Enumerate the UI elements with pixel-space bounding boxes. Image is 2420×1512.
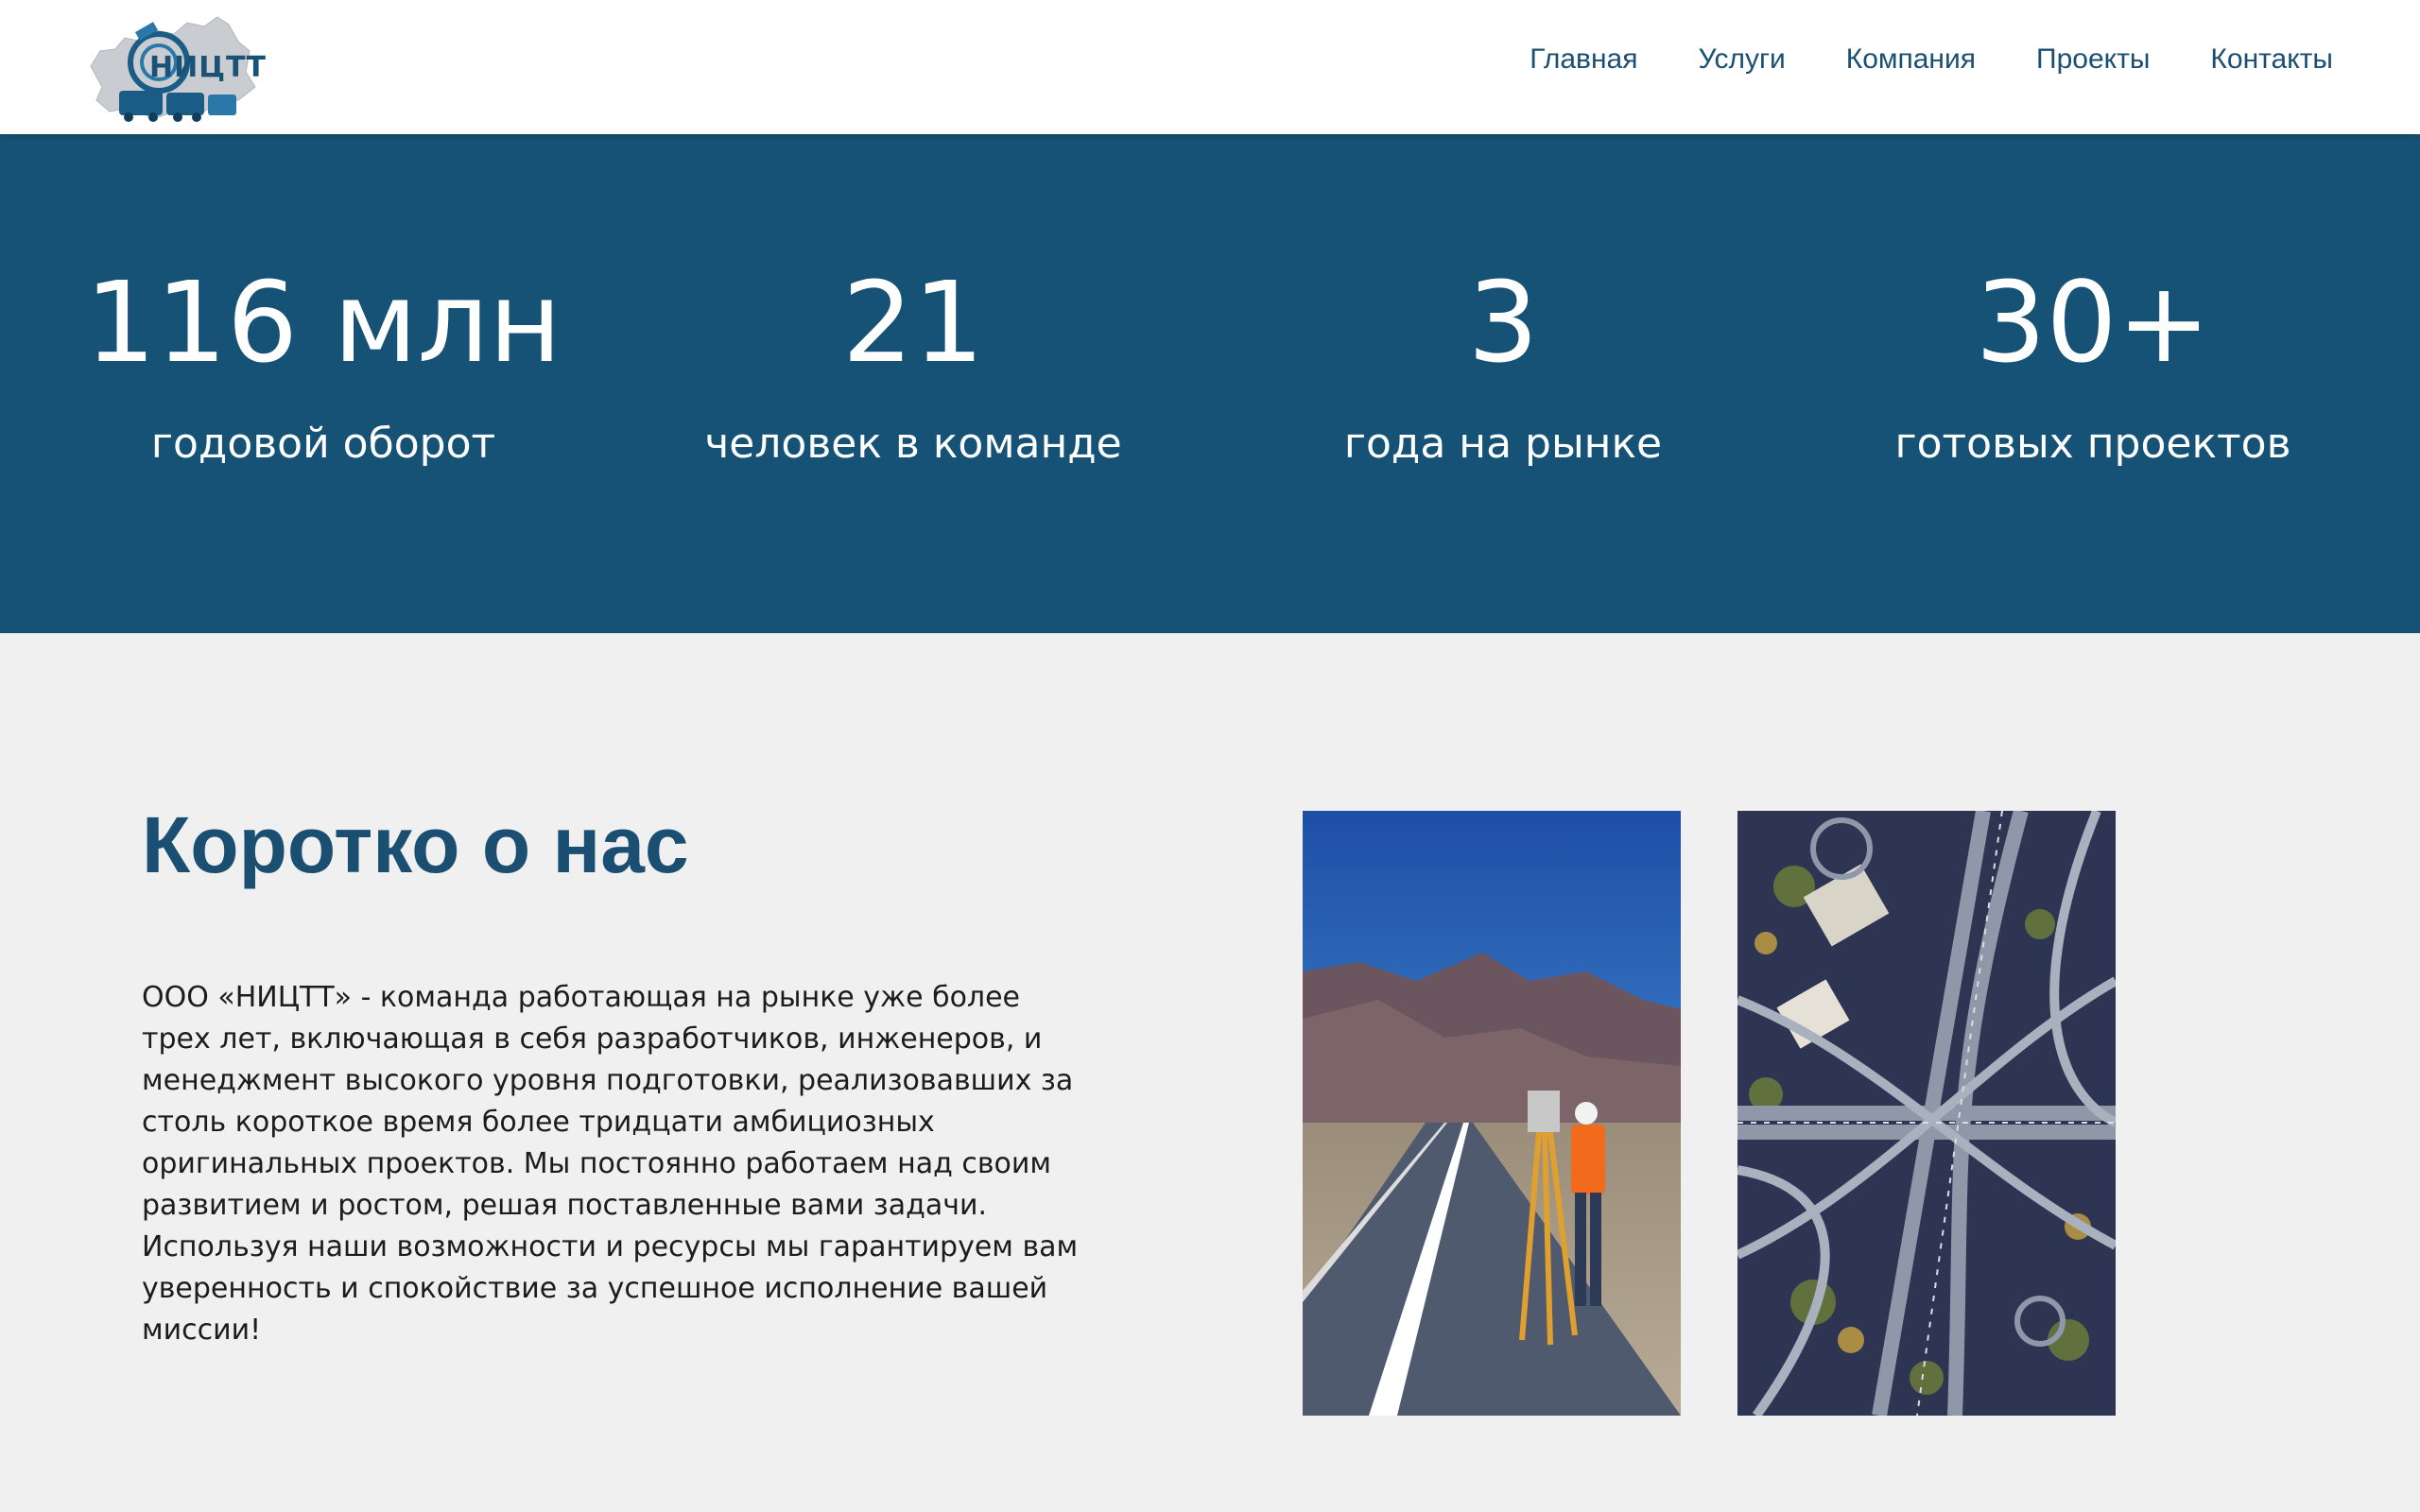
nav-item-services[interactable]: Услуги: [1698, 43, 1785, 76]
about-text: ООО «НИЦТТ» - команда работающая на рынк…: [142, 981, 1079, 1347]
stat-value: 30+: [1975, 257, 2211, 387]
nav-item-home[interactable]: Главная: [1530, 43, 1637, 76]
logo-text: НИЦТТ: [149, 51, 267, 84]
main-nav: Главная Услуги Компания Проекты Контакты: [1469, 43, 2333, 76]
about-title: Коротко о нас: [142, 800, 689, 889]
stat-label: готовых проектов: [1894, 420, 2291, 468]
stat-label: года на рынке: [1343, 420, 1663, 468]
stat-value: 21: [841, 257, 985, 387]
interchange-image: [1737, 811, 2116, 1416]
stat-label: годовой оборот: [150, 420, 496, 468]
nav-item-contacts[interactable]: Контакты: [2210, 43, 2333, 76]
stats-band: 116 млн годовой оборот 21 человек в кома…: [0, 134, 2420, 633]
stat-value: 3: [1467, 257, 1539, 387]
nav-item-projects[interactable]: Проекты: [2036, 43, 2150, 76]
site-header: НИЦТТ Главная Услуги Компания Проекты Ко…: [0, 0, 2420, 134]
company-logo[interactable]: НИЦТТ: [87, 13, 285, 123]
stat-label: человек в команде: [704, 420, 1122, 468]
surveyor-image: [1303, 811, 1681, 1416]
photo-interchange: [1737, 811, 2116, 1416]
photo-surveyor: [1303, 811, 1681, 1416]
stat-value: 116 млн: [84, 257, 562, 387]
nav-item-company[interactable]: Компания: [1846, 43, 1976, 76]
